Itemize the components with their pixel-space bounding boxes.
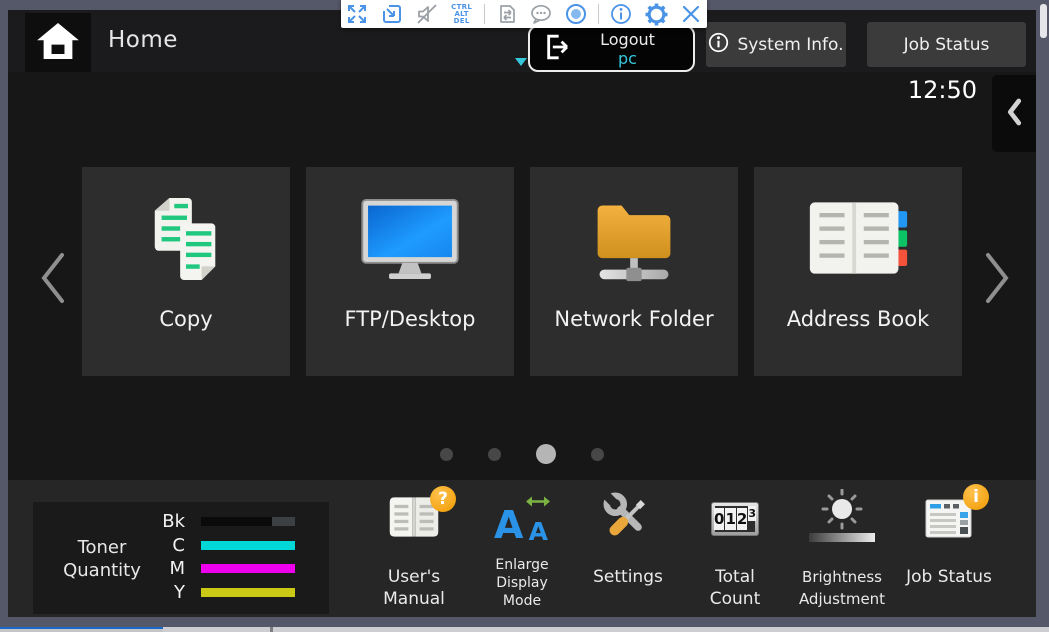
shortcut-label: EnlargeDisplayMode	[466, 556, 578, 610]
panel-collapse-tab[interactable]	[992, 75, 1036, 152]
network-folder-icon	[530, 185, 738, 293]
ctrl-alt-del-label: CTRL ALT DEL	[451, 4, 472, 25]
tile-network-folder[interactable]: Network Folder	[530, 167, 738, 376]
shortcut-users-manual[interactable]: ? User'sManual	[358, 490, 470, 610]
scrollbar-thumb[interactable]	[1040, 4, 1047, 38]
toolbar-divider	[598, 4, 599, 24]
chat-icon	[529, 3, 553, 25]
chat-button[interactable]	[526, 0, 558, 28]
tile-label: Address Book	[754, 307, 962, 331]
logout-icon	[542, 30, 572, 68]
carousel-dot[interactable]	[591, 448, 604, 461]
chevron-left-icon	[1006, 98, 1023, 130]
logout-button[interactable]: Logout pc	[528, 25, 695, 72]
carousel-dot[interactable]	[488, 448, 501, 461]
bottom-action-bar: Toner Quantity Bk C M Y	[8, 480, 1036, 617]
shortcut-total-count[interactable]: 0 1 2 3 TotalCount	[679, 490, 791, 610]
logout-label: Logout	[572, 30, 683, 49]
desktop-monitor-icon	[306, 185, 514, 293]
tile-address-book[interactable]: Address Book	[754, 167, 962, 376]
exit-fullscreen-button[interactable]	[376, 0, 408, 28]
file-transfer-button[interactable]	[491, 0, 523, 28]
carousel-page-dots	[8, 437, 1036, 471]
info-badge-icon: i	[963, 484, 989, 510]
tile-ftp-desktop[interactable]: FTP/Desktop	[306, 167, 514, 376]
system-info-label: System Info.	[737, 35, 843, 55]
close-icon	[680, 3, 702, 25]
copy-documents-icon	[82, 185, 290, 293]
toolbar-divider	[484, 4, 485, 24]
clock: 12:50	[908, 76, 977, 104]
enlarge-display-icon: A A	[492, 492, 552, 546]
file-transfer-icon	[496, 3, 518, 25]
carousel-dot[interactable]	[536, 444, 556, 464]
shortcut-job-status[interactable]: i Job Status	[893, 490, 1005, 588]
address-book-icon	[754, 185, 962, 293]
settings-tools-icon	[600, 489, 656, 549]
total-count-icon: 0 1 2 3	[711, 502, 759, 536]
record-icon	[565, 3, 587, 25]
remote-viewer-toolbar: CTRL ALT DEL	[341, 0, 707, 28]
mfp-screen: Home Logout pc System Info. Job Status	[8, 10, 1036, 617]
tile-label: Network Folder	[530, 307, 738, 331]
fullscreen-button[interactable]	[341, 0, 373, 28]
shortcut-enlarge-display-mode[interactable]: A A EnlargeDisplayMode	[466, 490, 578, 610]
home-icon	[35, 20, 81, 66]
logout-user: pc	[572, 49, 683, 68]
shortcut-label: BrightnessAdjustment	[786, 566, 898, 610]
job-status-label: Job Status	[904, 35, 990, 55]
home-button[interactable]	[25, 13, 91, 72]
info-icon	[610, 3, 632, 25]
shortcut-settings[interactable]: Settings	[572, 490, 684, 588]
tile-label: Copy	[82, 307, 290, 331]
record-button[interactable]	[560, 0, 592, 28]
job-status-button[interactable]: Job Status	[867, 22, 1026, 67]
strip-divider	[270, 627, 273, 632]
tile-label: FTP/Desktop	[306, 307, 514, 331]
toner-bar-y	[201, 588, 295, 597]
audio-mute-button[interactable]	[411, 0, 443, 28]
toolbar-close-button[interactable]	[675, 0, 707, 28]
shortcut-label: Settings	[572, 566, 684, 588]
toner-quantity-panel: Toner Quantity Bk C M Y	[33, 502, 329, 614]
page-title: Home	[108, 27, 178, 53]
info-icon	[708, 32, 729, 58]
toolbar-info-button[interactable]	[605, 0, 637, 28]
shrink-window-icon	[381, 3, 403, 25]
strip-active-tab-underline	[0, 627, 163, 632]
system-info-button[interactable]: System Info.	[706, 22, 846, 67]
ctrl-alt-del-button[interactable]: CTRL ALT DEL	[446, 0, 478, 28]
home-dropdown-icon[interactable]	[515, 58, 527, 66]
chevron-right-icon	[984, 251, 1010, 305]
fullscreen-icon	[346, 3, 368, 25]
screenshot-root: Home Logout pc System Info. Job Status	[0, 0, 1049, 632]
toner-bar-bk	[201, 517, 295, 526]
gear-icon	[645, 3, 668, 26]
toner-row-y: Y	[33, 582, 329, 602]
carousel-next-button[interactable]	[980, 248, 1014, 308]
brightness-icon	[807, 489, 877, 549]
shortcut-label: Job Status	[893, 566, 1005, 588]
carousel-dot[interactable]	[440, 448, 453, 461]
toner-row-bk: Bk	[33, 511, 329, 531]
question-badge-icon: ?	[430, 486, 456, 512]
shortcut-label: TotalCount	[679, 566, 791, 610]
resize-arrow-icon	[524, 495, 552, 508]
carousel-prev-button[interactable]	[36, 248, 70, 308]
shortcut-label: User'sManual	[358, 566, 470, 610]
chevron-left-icon	[40, 251, 66, 305]
shortcut-brightness-adjustment[interactable]: BrightnessAdjustment	[786, 490, 898, 610]
toolbar-settings-button[interactable]	[640, 0, 672, 28]
toner-bar-c	[201, 541, 295, 550]
audio-muted-icon	[416, 3, 438, 25]
toner-row-c: C	[33, 535, 329, 555]
tile-copy[interactable]: Copy	[82, 167, 290, 376]
toner-bar-m	[201, 564, 295, 573]
background-window-strip	[0, 627, 1049, 632]
toner-row-m: M	[33, 558, 329, 578]
